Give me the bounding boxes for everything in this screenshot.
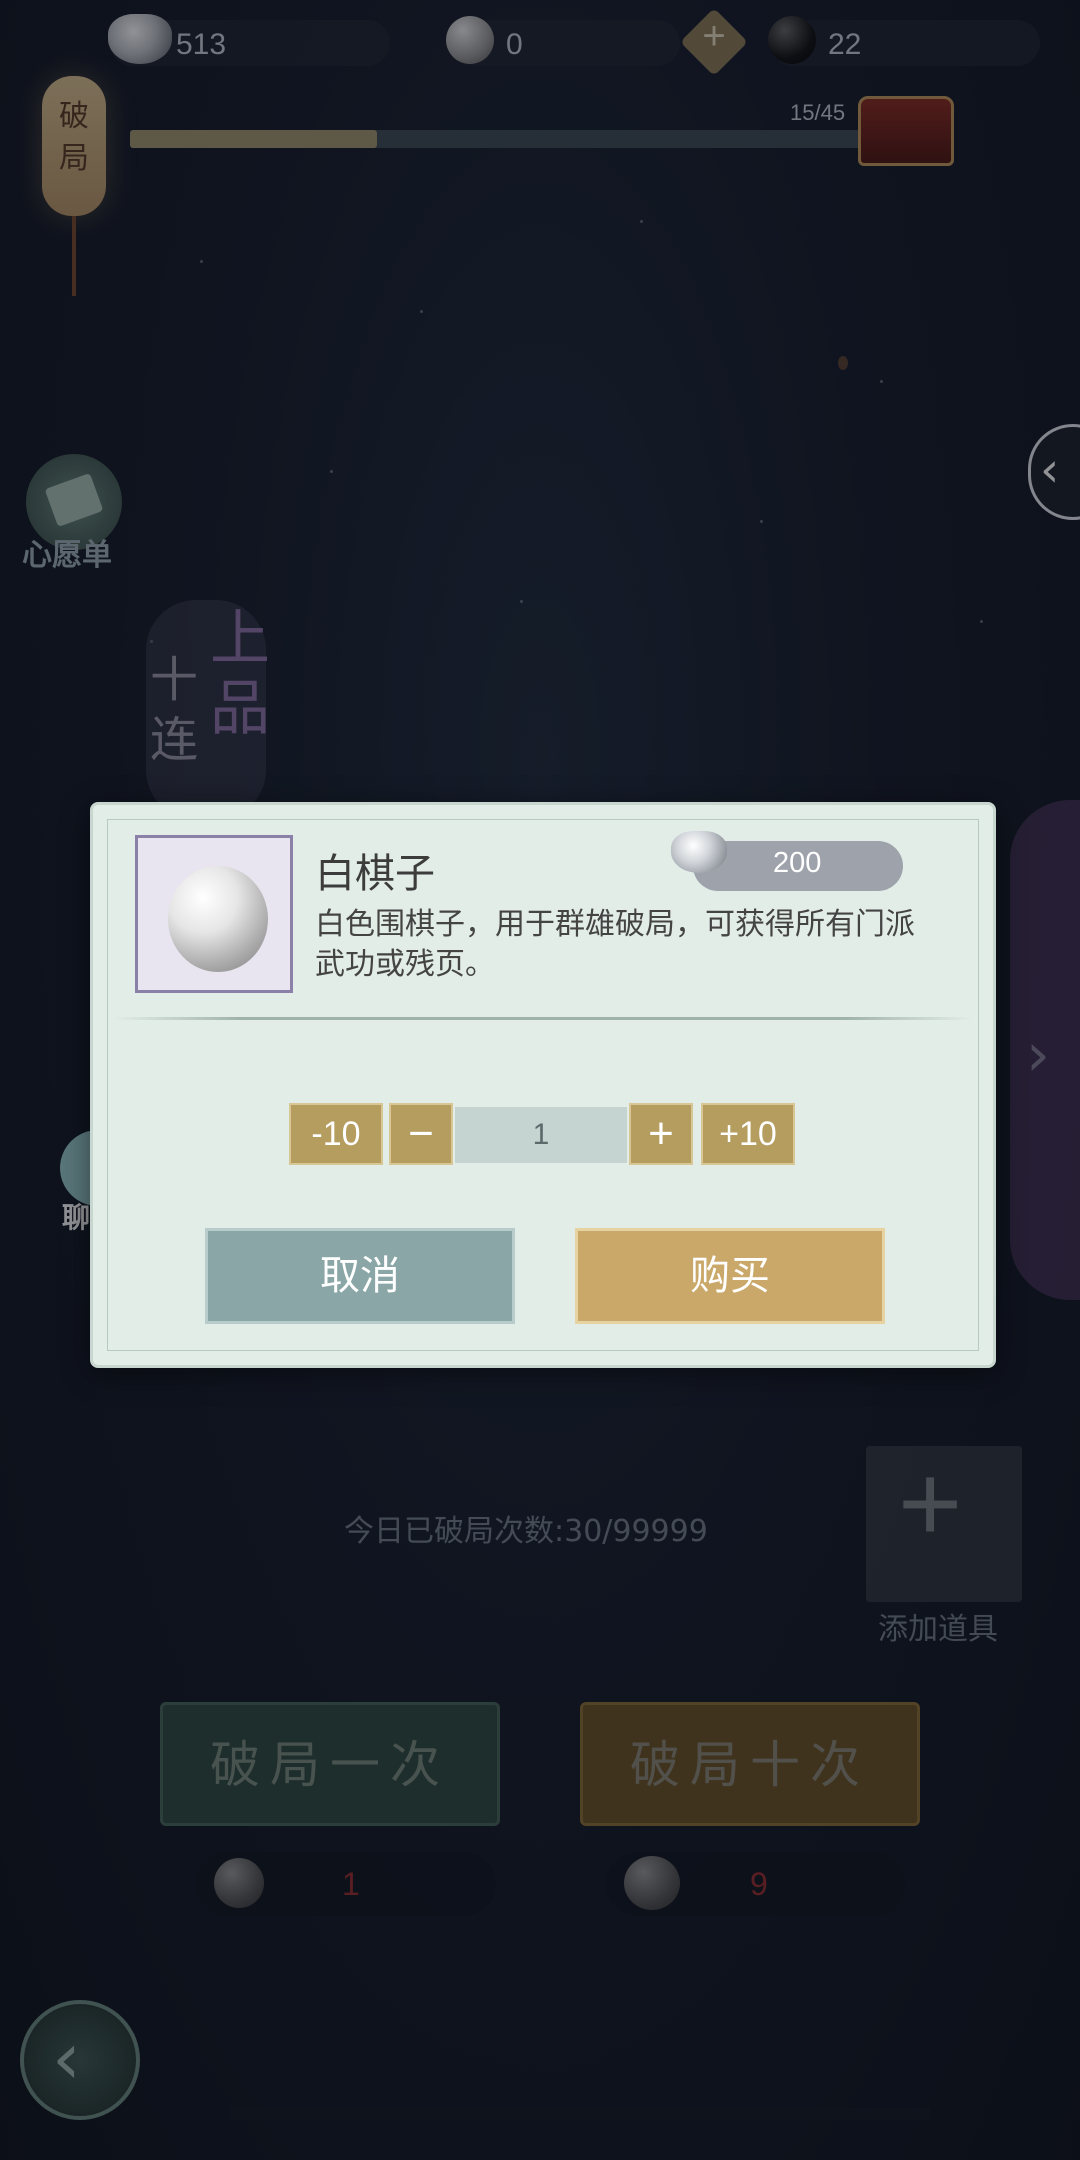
item-name: 白棋子	[315, 851, 435, 897]
purchase-dialog: 白棋子 200 白色围棋子，用于群雄破局，可获得所有门派武功或残页。 -10 −…	[90, 802, 996, 1368]
minus-button[interactable]: −	[389, 1103, 453, 1165]
dialog-divider	[113, 1017, 973, 1020]
buy-button[interactable]: 购买	[575, 1228, 885, 1324]
buy-label: 购买	[690, 1253, 770, 1299]
cancel-label: 取消	[320, 1253, 400, 1299]
item-description: 白色围棋子，用于群雄破局，可获得所有门派武功或残页。	[315, 907, 915, 982]
quantity-input[interactable]: 1	[455, 1107, 627, 1163]
cancel-button[interactable]: 取消	[205, 1228, 515, 1324]
minus-ten-button[interactable]: -10	[289, 1103, 383, 1165]
white-stone-icon	[168, 866, 268, 972]
plus-button[interactable]: +	[629, 1103, 693, 1165]
plus-ten-button[interactable]: +10	[701, 1103, 795, 1165]
silver-ingot-icon	[671, 831, 727, 873]
item-image-frame	[135, 835, 293, 993]
item-price: 200	[773, 847, 822, 879]
